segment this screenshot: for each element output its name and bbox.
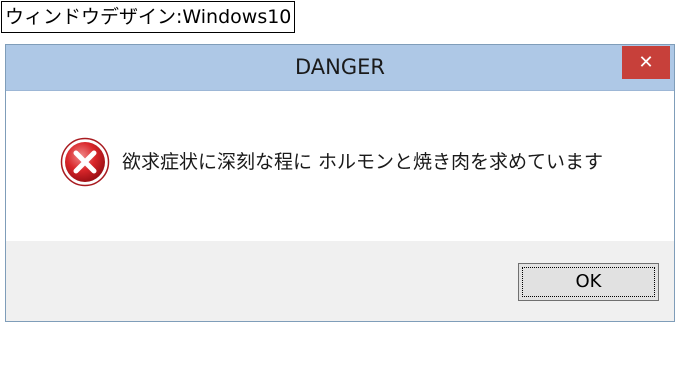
ok-button[interactable]: OK <box>518 263 659 301</box>
dialog-message: 欲求症状に深刻な程に ホルモンと焼き肉を求めています <box>122 151 604 173</box>
design-caption: ウィンドウデザイン:Windows10 <box>1 1 296 33</box>
title-bar[interactable]: DANGER ✕ <box>6 45 674 91</box>
close-icon: ✕ <box>638 52 654 73</box>
dialog-window: DANGER ✕ 欲求症状に深刻な程に ホルモンと焼き肉を求めています OK <box>5 44 675 322</box>
button-area: OK <box>6 241 674 321</box>
dialog-title: DANGER <box>294 55 385 79</box>
dialog-content: 欲求症状に深刻な程に ホルモンと焼き肉を求めています <box>6 91 674 241</box>
close-button[interactable]: ✕ <box>622 46 670 79</box>
error-icon <box>60 137 110 187</box>
